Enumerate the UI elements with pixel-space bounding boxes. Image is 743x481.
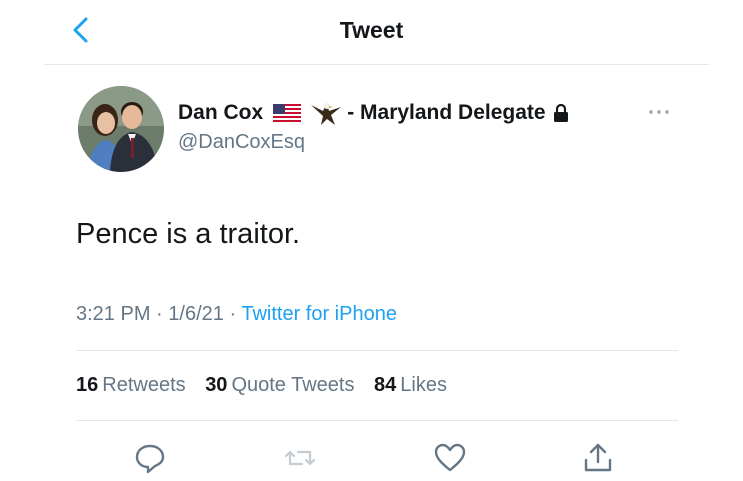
author-name[interactable]: Dan Cox [178,101,263,125]
meta-separator: · [229,303,237,325]
tweet-text: Pence is a traitor. [76,218,301,250]
reply-icon [135,444,165,474]
author-handle[interactable]: @DanCoxEsq [178,131,305,154]
likes-stat[interactable]: 84 Likes [374,374,447,396]
header-divider [44,64,709,65]
like-button[interactable] [432,440,468,476]
author-row: Dan Cox - Maryland Delegate [178,99,570,127]
quotes-label: Quote Tweets [231,374,355,396]
reply-button[interactable] [132,440,168,476]
tweet-meta: 3:21 PM · 1/6/21 · Twitter for iPhone [76,303,397,326]
divider [76,350,678,351]
retweets-label: Retweets [102,374,186,396]
heart-icon [434,443,466,472]
quote-tweets-stat[interactable]: 30 Quote Tweets [205,374,354,396]
divider [76,420,678,421]
retweet-icon [284,450,316,466]
avatar-photo [78,86,164,172]
tweet-date: 1/6/21 [168,303,224,325]
share-button[interactable] [580,440,616,476]
likes-label: Likes [400,374,447,396]
lock-icon [552,103,570,123]
likes-count: 84 [374,374,397,396]
more-icon[interactable] [644,102,674,122]
quotes-count: 30 [205,374,228,396]
author-bio-suffix: - Maryland Delegate [347,101,546,124]
tweet-source-link[interactable]: Twitter for iPhone [241,303,397,325]
meta-separator: · [156,303,163,325]
top-bar: Tweet [0,0,743,62]
tweet-time: 3:21 PM [76,303,151,325]
eagle-icon [309,99,343,127]
retweet-button[interactable] [282,440,318,476]
share-icon [584,443,612,472]
retweets-count: 16 [76,374,99,396]
avatar[interactable] [78,86,164,172]
page-title: Tweet [339,17,404,43]
retweets-stat[interactable]: 16 Retweets [76,374,186,396]
us-flag-icon [273,104,302,122]
tweet-stats: 16 Retweets 30 Quote Tweets 84 Likes [76,374,461,397]
